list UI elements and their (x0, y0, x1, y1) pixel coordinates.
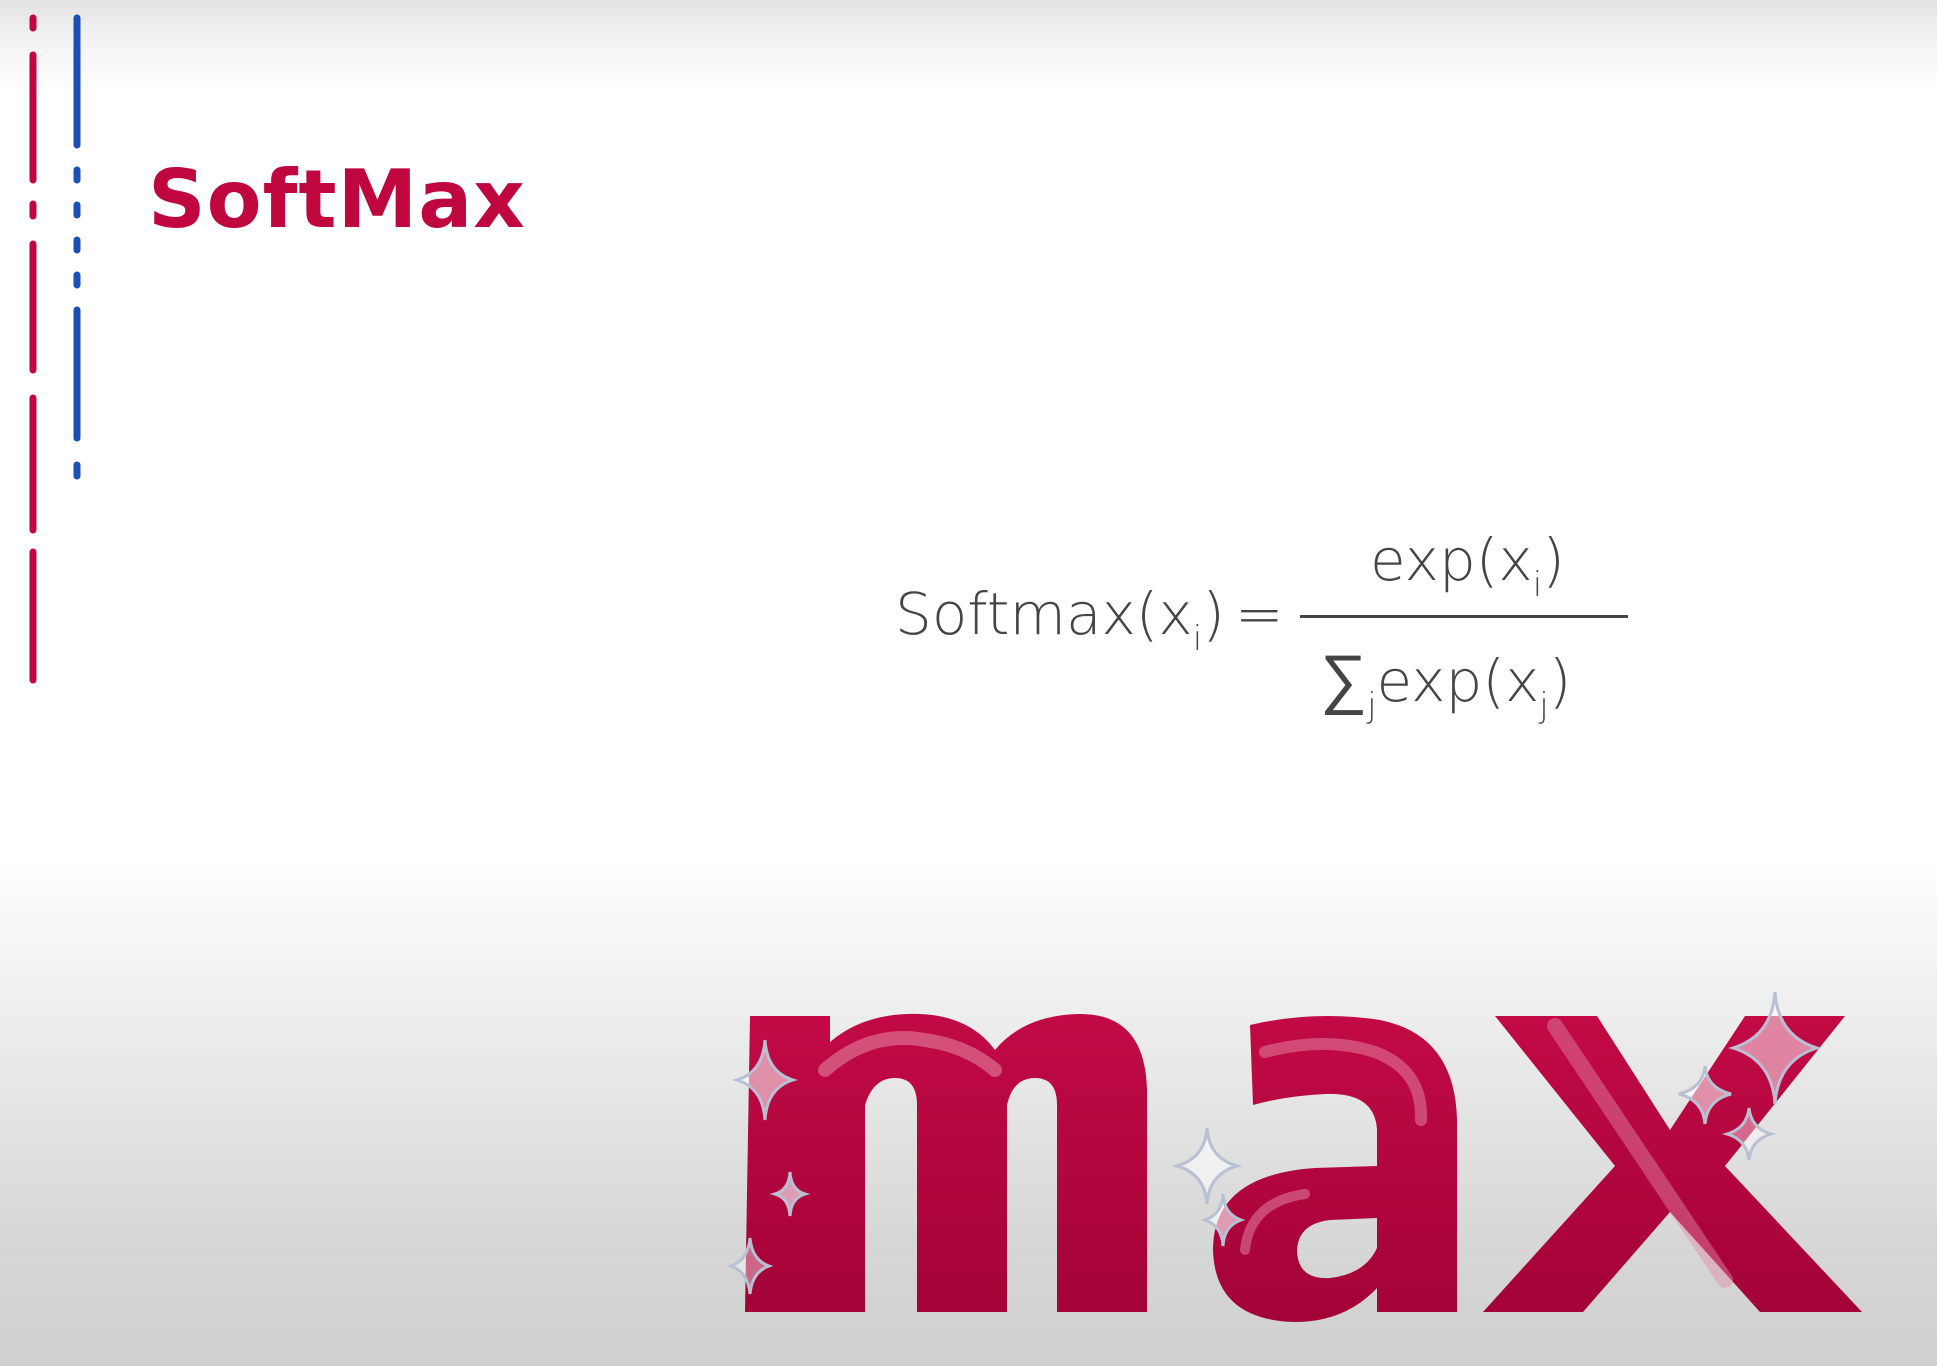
denominator-close: ) (1548, 647, 1572, 715)
decorative-lines (29, 14, 81, 684)
softmax-formula: Softmax(xi) = exp(xi) ∑jexp(xj) (895, 526, 1635, 730)
letter-a (1213, 1016, 1457, 1322)
numerator-subscript: i (1532, 565, 1543, 605)
sigma-subscript: j (1367, 686, 1377, 726)
equals-sign: = (1235, 580, 1284, 648)
lhs-subscript: i (1192, 619, 1203, 659)
max-illustration (726, 991, 1862, 1322)
lhs-close: ) (1202, 580, 1225, 648)
numerator-close: ) (1542, 526, 1565, 594)
letter-m (745, 1013, 1147, 1312)
denominator-function: exp(x (1376, 647, 1540, 715)
fraction-bar (1300, 615, 1628, 618)
formula-lhs: Softmax(xi) (895, 580, 1225, 659)
sparkle-icon (1171, 1127, 1243, 1205)
letter-x (1483, 1016, 1862, 1312)
numerator-function: exp(x (1370, 526, 1533, 594)
lhs-function: Softmax(x (895, 580, 1193, 648)
slide-title: SoftMax (148, 153, 526, 246)
formula-denominator: ∑jexp(xj) (1320, 640, 1572, 726)
max-word (745, 1013, 1862, 1322)
formula-numerator: exp(xi) (1370, 526, 1565, 605)
denominator-subscript: j (1539, 686, 1549, 726)
sigma-symbol: ∑ (1320, 640, 1368, 717)
